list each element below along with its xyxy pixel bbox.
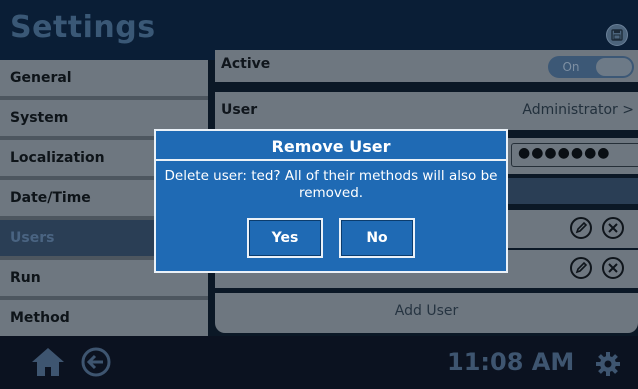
sidebar-item-general[interactable]: General [0,60,208,98]
active-label: Active [221,56,271,72]
yes-button-label: Yes [271,230,299,246]
yes-button[interactable]: Yes [247,218,323,258]
sidebar-item-label: Date/Time [10,190,91,206]
user-row[interactable]: User Administrator > [215,92,638,130]
home-icon[interactable] [30,346,66,378]
active-row: Active On [215,50,638,82]
remove-user-dialog: Remove User Delete user: ted? All of the… [154,129,508,273]
edit-icon[interactable] [570,257,592,279]
user-label: User [221,102,258,118]
delete-icon[interactable] [602,217,624,239]
dialog-message: Delete user: ted? All of their methods w… [164,168,498,201]
page-title: Settings [10,10,156,45]
sidebar-item-method[interactable]: Method [0,300,208,338]
password-field[interactable]: ●●●●●●● [511,143,638,167]
user-value: Administrator > [522,102,634,118]
clock: 11:08 AM [447,348,575,376]
dialog-header: Remove User [156,131,506,161]
active-toggle[interactable]: On [548,56,634,78]
save-button[interactable] [606,24,628,46]
sidebar-item-label: Users [10,230,55,246]
add-user-label: Add User [394,303,459,319]
sidebar-item-label: Run [10,270,41,286]
sidebar-item-label: Localization [10,150,105,166]
sidebar-item-label: Method [10,310,70,326]
dialog-title: Remove User [271,137,391,156]
delete-icon[interactable] [602,257,624,279]
bottom-bar: 11:08 AM [0,336,638,389]
save-icon [611,29,623,41]
gear-icon[interactable] [594,350,622,378]
toggle-on-label: On [562,60,580,74]
password-mask: ●●●●●●● [518,145,611,161]
toggle-knob [596,58,632,76]
add-user-button[interactable]: Add User [215,293,638,333]
no-button-label: No [366,230,388,246]
back-icon[interactable] [80,346,112,378]
edit-icon[interactable] [570,217,592,239]
sidebar-item-label: General [10,70,72,86]
no-button[interactable]: No [339,218,415,258]
sidebar-item-label: System [10,110,69,126]
